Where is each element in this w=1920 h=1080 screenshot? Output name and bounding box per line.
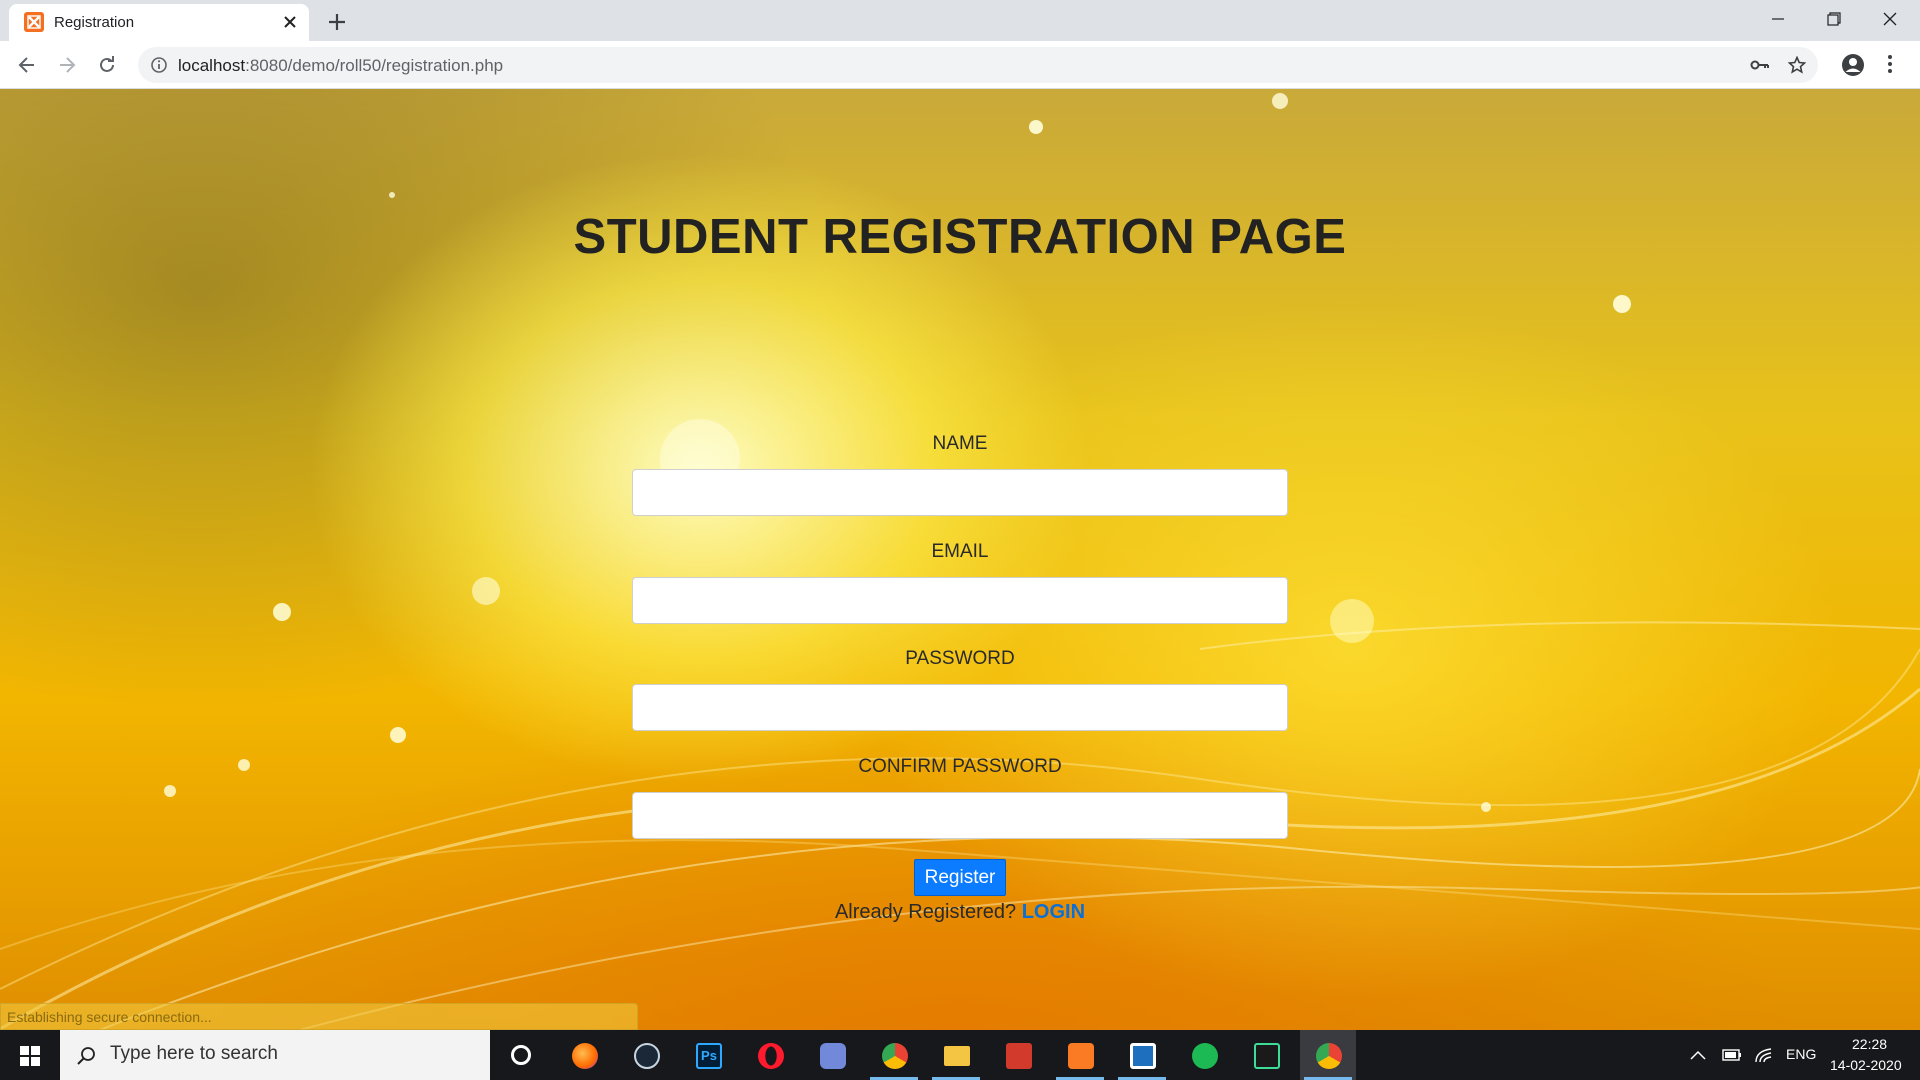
url-text[interactable]: localhost:8080/demo/roll50/registration.…	[178, 56, 503, 76]
url-host: localhost	[178, 56, 246, 75]
chrome-active-icon[interactable]	[1300, 1030, 1356, 1080]
wifi-icon[interactable]	[1754, 1030, 1776, 1080]
xampp-icon[interactable]	[1052, 1030, 1108, 1080]
page-viewport: STUDENT REGISTRATION PAGE NAME EMAIL PAS…	[0, 89, 1920, 1030]
info-icon[interactable]	[150, 56, 168, 79]
name-input[interactable]	[632, 469, 1288, 516]
clock-date: 14-02-2020	[1830, 1057, 1902, 1073]
xbox-bar-icon[interactable]	[1238, 1030, 1294, 1080]
tab-close-icon[interactable]	[279, 11, 301, 33]
media-player-icon[interactable]	[990, 1030, 1046, 1080]
search-icon	[77, 1047, 95, 1065]
new-tab-plus-icon[interactable]	[323, 8, 351, 36]
login-prompt: Already Registered? LOGIN	[0, 901, 1920, 924]
name-label: NAME	[932, 433, 988, 454]
email-input[interactable]	[632, 577, 1288, 624]
window-close-icon[interactable]	[1862, 0, 1918, 38]
tab-title: Registration	[54, 14, 135, 31]
xampp-favicon-icon	[24, 12, 44, 32]
url-path: :8080/demo/roll50/registration.php	[245, 56, 504, 75]
notepad-plus-icon[interactable]	[1114, 1030, 1170, 1080]
clock[interactable]: 22:28 14-02-2020	[1826, 1030, 1910, 1080]
opera-icon[interactable]	[742, 1030, 798, 1080]
back-icon[interactable]	[13, 51, 41, 79]
language-indicator[interactable]: ENG	[1786, 1046, 1816, 1062]
steam-icon[interactable]	[618, 1030, 674, 1080]
cortana-icon[interactable]	[492, 1030, 548, 1080]
tray-chevron-icon[interactable]	[1690, 1030, 1710, 1080]
discord-icon[interactable]	[804, 1030, 860, 1080]
address-bar[interactable]: localhost:8080/demo/roll50/registration.…	[138, 47, 1818, 83]
confirm-password-label: CONFIRM PASSWORD	[858, 756, 1062, 777]
already-registered-text: Already Registered?	[834, 901, 1017, 923]
minimize-icon[interactable]	[1750, 0, 1806, 38]
account-icon[interactable]	[1840, 52, 1866, 83]
browser-tab[interactable]: Registration	[9, 4, 309, 41]
menu-icon[interactable]	[1886, 52, 1894, 81]
battery-icon[interactable]	[1722, 1030, 1744, 1080]
register-button[interactable]: Register	[914, 859, 1006, 896]
forward-icon[interactable]	[53, 51, 81, 79]
file-explorer-icon[interactable]	[928, 1030, 984, 1080]
restore-icon[interactable]	[1806, 0, 1862, 38]
reload-icon[interactable]	[93, 51, 121, 79]
windows-start-icon[interactable]	[0, 1030, 60, 1080]
windows-taskbar: Type here to search Ps ENG 22:28 14-02-2…	[0, 1030, 1920, 1080]
password-input[interactable]	[632, 684, 1288, 731]
search-placeholder: Type here to search	[110, 1043, 278, 1064]
taskbar-search[interactable]: Type here to search	[60, 1030, 490, 1080]
key-icon[interactable]	[1750, 56, 1770, 79]
status-bubble: Establishing secure connection...	[0, 1003, 638, 1030]
chrome-icon[interactable]	[866, 1030, 922, 1080]
firefox-icon[interactable]	[556, 1030, 612, 1080]
spotify-icon[interactable]	[1176, 1030, 1232, 1080]
email-label: EMAIL	[931, 541, 989, 562]
tab-strip: Registration	[0, 0, 1920, 41]
login-link[interactable]: LOGIN	[1022, 901, 1085, 923]
clock-time: 22:28	[1852, 1036, 1888, 1052]
browser-toolbar: localhost:8080/demo/roll50/registration.…	[0, 41, 1920, 89]
photoshop-icon[interactable]: Ps	[680, 1030, 736, 1080]
password-label: PASSWORD	[905, 648, 1015, 669]
confirm-password-input[interactable]	[632, 792, 1288, 839]
star-icon[interactable]	[1787, 55, 1807, 79]
page-title: STUDENT REGISTRATION PAGE	[573, 210, 1347, 264]
